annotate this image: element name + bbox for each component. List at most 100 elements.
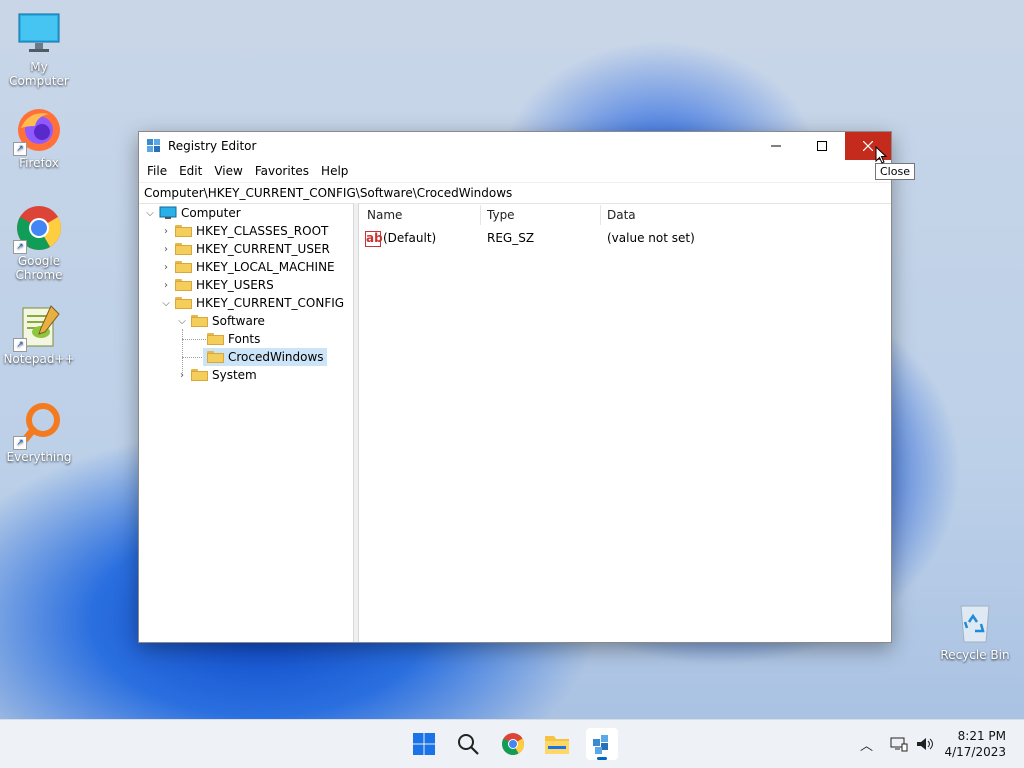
taskbar-clock[interactable]: 8:21 PM 4/17/2023 bbox=[944, 728, 1006, 760]
desktop-icon-label: My Computer bbox=[9, 60, 69, 88]
monitor-icon bbox=[15, 10, 63, 58]
chevron-right-icon[interactable]: › bbox=[161, 244, 171, 255]
column-header-type[interactable]: Type bbox=[487, 203, 515, 227]
column-divider[interactable] bbox=[600, 205, 601, 225]
chevron-right-icon[interactable]: › bbox=[161, 262, 171, 273]
menu-bar: File Edit View Favorites Help bbox=[139, 160, 891, 182]
taskbar-chrome-button[interactable] bbox=[497, 728, 529, 760]
minimize-button[interactable] bbox=[753, 132, 799, 160]
folder-icon bbox=[191, 315, 208, 327]
registry-editor-icon bbox=[147, 139, 160, 152]
maximize-icon bbox=[817, 141, 827, 151]
desktop-icon-my-computer[interactable]: My Computer bbox=[1, 10, 77, 88]
tree-item-label: HKEY_CLASSES_ROOT bbox=[196, 224, 329, 238]
folder-icon bbox=[207, 333, 224, 345]
address-bar[interactable]: Computer\HKEY_CURRENT_CONFIG\Software\Cr… bbox=[139, 182, 891, 204]
title-bar[interactable]: Registry Editor bbox=[139, 132, 891, 160]
chevron-down-icon[interactable]: ⌵ bbox=[145, 208, 155, 219]
value-name: (Default) bbox=[383, 231, 437, 245]
chrome-icon bbox=[502, 733, 524, 755]
shortcut-arrow-icon: ↗ bbox=[13, 142, 27, 156]
folder-icon bbox=[175, 261, 192, 273]
desktop-icon-label: Firefox bbox=[19, 156, 59, 170]
maximize-button[interactable] bbox=[799, 132, 845, 160]
desktop-icon-label: Google Chrome bbox=[15, 254, 63, 282]
tree-item-hkey-classes-root[interactable]: › HKEY_CLASSES_ROOT bbox=[161, 222, 328, 240]
string-value-icon: ab bbox=[365, 231, 383, 247]
start-button[interactable] bbox=[408, 728, 440, 760]
tree-item-label: Fonts bbox=[228, 332, 261, 346]
recycle-bin-icon bbox=[951, 598, 999, 646]
tray-overflow-button[interactable]: ︿ bbox=[860, 720, 873, 768]
tree-item-computer[interactable]: ⌵ Computer bbox=[145, 204, 241, 222]
tree-item-system[interactable]: › System bbox=[177, 366, 257, 384]
menu-view[interactable]: View bbox=[208, 164, 248, 178]
values-list[interactable]: Name Type Data ab (Default) REG_SZ (valu… bbox=[359, 203, 891, 642]
everything-search-icon: ↗ bbox=[13, 400, 63, 450]
folder-icon bbox=[175, 225, 192, 237]
menu-help[interactable]: Help bbox=[315, 164, 354, 178]
chevron-down-icon[interactable]: ⌵ bbox=[161, 298, 171, 309]
taskbar-search-button[interactable] bbox=[452, 728, 484, 760]
chrome-icon: ↗ bbox=[13, 204, 63, 254]
tree-item-hkey-current-config[interactable]: ⌵ HKEY_CURRENT_CONFIG bbox=[161, 294, 344, 312]
desktop-icon-firefox[interactable]: ↗ Firefox bbox=[1, 106, 77, 170]
key-tree[interactable]: ⌵ Computer › HKEY_CLASSES_ROOT › HKEY_CU… bbox=[139, 203, 354, 642]
menu-edit[interactable]: Edit bbox=[173, 164, 208, 178]
tree-item-hkey-local-machine[interactable]: › HKEY_LOCAL_MACHINE bbox=[161, 258, 335, 276]
chevron-right-icon[interactable]: › bbox=[161, 226, 171, 237]
tree-item-label: HKEY_LOCAL_MACHINE bbox=[196, 260, 335, 274]
tree-item-croced-windows[interactable]: CrocedWindows bbox=[203, 348, 327, 366]
menu-favorites[interactable]: Favorites bbox=[249, 164, 315, 178]
folder-open-icon bbox=[207, 351, 224, 363]
desktop-icon-label: Everything bbox=[6, 450, 72, 464]
shortcut-arrow-icon: ↗ bbox=[13, 338, 27, 352]
desktop-icon-label: Notepad++ bbox=[3, 352, 75, 366]
folder-icon bbox=[175, 243, 192, 255]
tree-item-hkey-current-user[interactable]: › HKEY_CURRENT_USER bbox=[161, 240, 330, 258]
desktop-icon-recycle-bin[interactable]: Recycle Bin bbox=[937, 598, 1013, 662]
taskbar-file-explorer-button[interactable] bbox=[541, 728, 573, 760]
taskbar-registry-editor-button[interactable] bbox=[586, 728, 618, 760]
tree-item-hkey-users[interactable]: › HKEY_USERS bbox=[161, 276, 274, 294]
minimize-icon bbox=[771, 145, 781, 147]
file-explorer-icon bbox=[545, 736, 569, 754]
registry-editor-window: Registry Editor File Edit View Favorites… bbox=[138, 131, 892, 643]
chevron-down-icon[interactable]: ⌵ bbox=[177, 316, 187, 327]
shortcut-arrow-icon: ↗ bbox=[13, 240, 27, 254]
folder-icon bbox=[175, 297, 192, 309]
chevron-right-icon[interactable]: › bbox=[161, 280, 171, 291]
tree-item-software[interactable]: ⌵ Software bbox=[177, 312, 265, 330]
close-icon bbox=[863, 141, 873, 151]
volume-button[interactable] bbox=[916, 720, 934, 768]
close-tooltip: Close bbox=[875, 163, 915, 180]
search-icon bbox=[458, 734, 479, 755]
windows-start-icon bbox=[413, 733, 435, 755]
tree-item-label: HKEY_CURRENT_USER bbox=[196, 242, 330, 256]
desktop-icon-notepad-plus-plus[interactable]: ↗ Notepad++ bbox=[1, 302, 77, 366]
tree-item-fonts[interactable]: Fonts bbox=[203, 330, 260, 348]
clock-date: 4/17/2023 bbox=[944, 745, 1006, 759]
tree-item-label: Computer bbox=[181, 206, 241, 220]
notepad-plus-plus-icon: ↗ bbox=[13, 302, 63, 352]
computer-icon bbox=[159, 206, 177, 219]
folder-icon bbox=[191, 369, 208, 381]
tree-item-label: CrocedWindows bbox=[228, 350, 324, 364]
desktop-icon-chrome[interactable]: ↗ Google Chrome bbox=[1, 204, 77, 282]
registry-editor-icon bbox=[593, 735, 608, 754]
tree-item-label: HKEY_CURRENT_CONFIG bbox=[196, 296, 345, 310]
firefox-icon: ↗ bbox=[13, 106, 63, 156]
network-button[interactable] bbox=[890, 720, 908, 768]
folder-icon bbox=[175, 279, 192, 291]
desktop-icon-everything[interactable]: ↗ Everything bbox=[1, 400, 77, 464]
menu-file[interactable]: File bbox=[141, 164, 173, 178]
column-header-data[interactable]: Data bbox=[607, 203, 636, 227]
volume-icon bbox=[917, 738, 933, 750]
taskbar: ︿ 8:21 PM 4/17/2023 bbox=[0, 719, 1024, 768]
column-header-name[interactable]: Name bbox=[367, 203, 402, 227]
column-divider[interactable] bbox=[480, 205, 481, 225]
value-type: REG_SZ bbox=[487, 231, 535, 245]
desktop-icon-label: Recycle Bin bbox=[940, 648, 1010, 662]
chevron-up-icon: ︿ bbox=[860, 738, 874, 754]
chevron-right-icon[interactable]: › bbox=[177, 370, 187, 381]
